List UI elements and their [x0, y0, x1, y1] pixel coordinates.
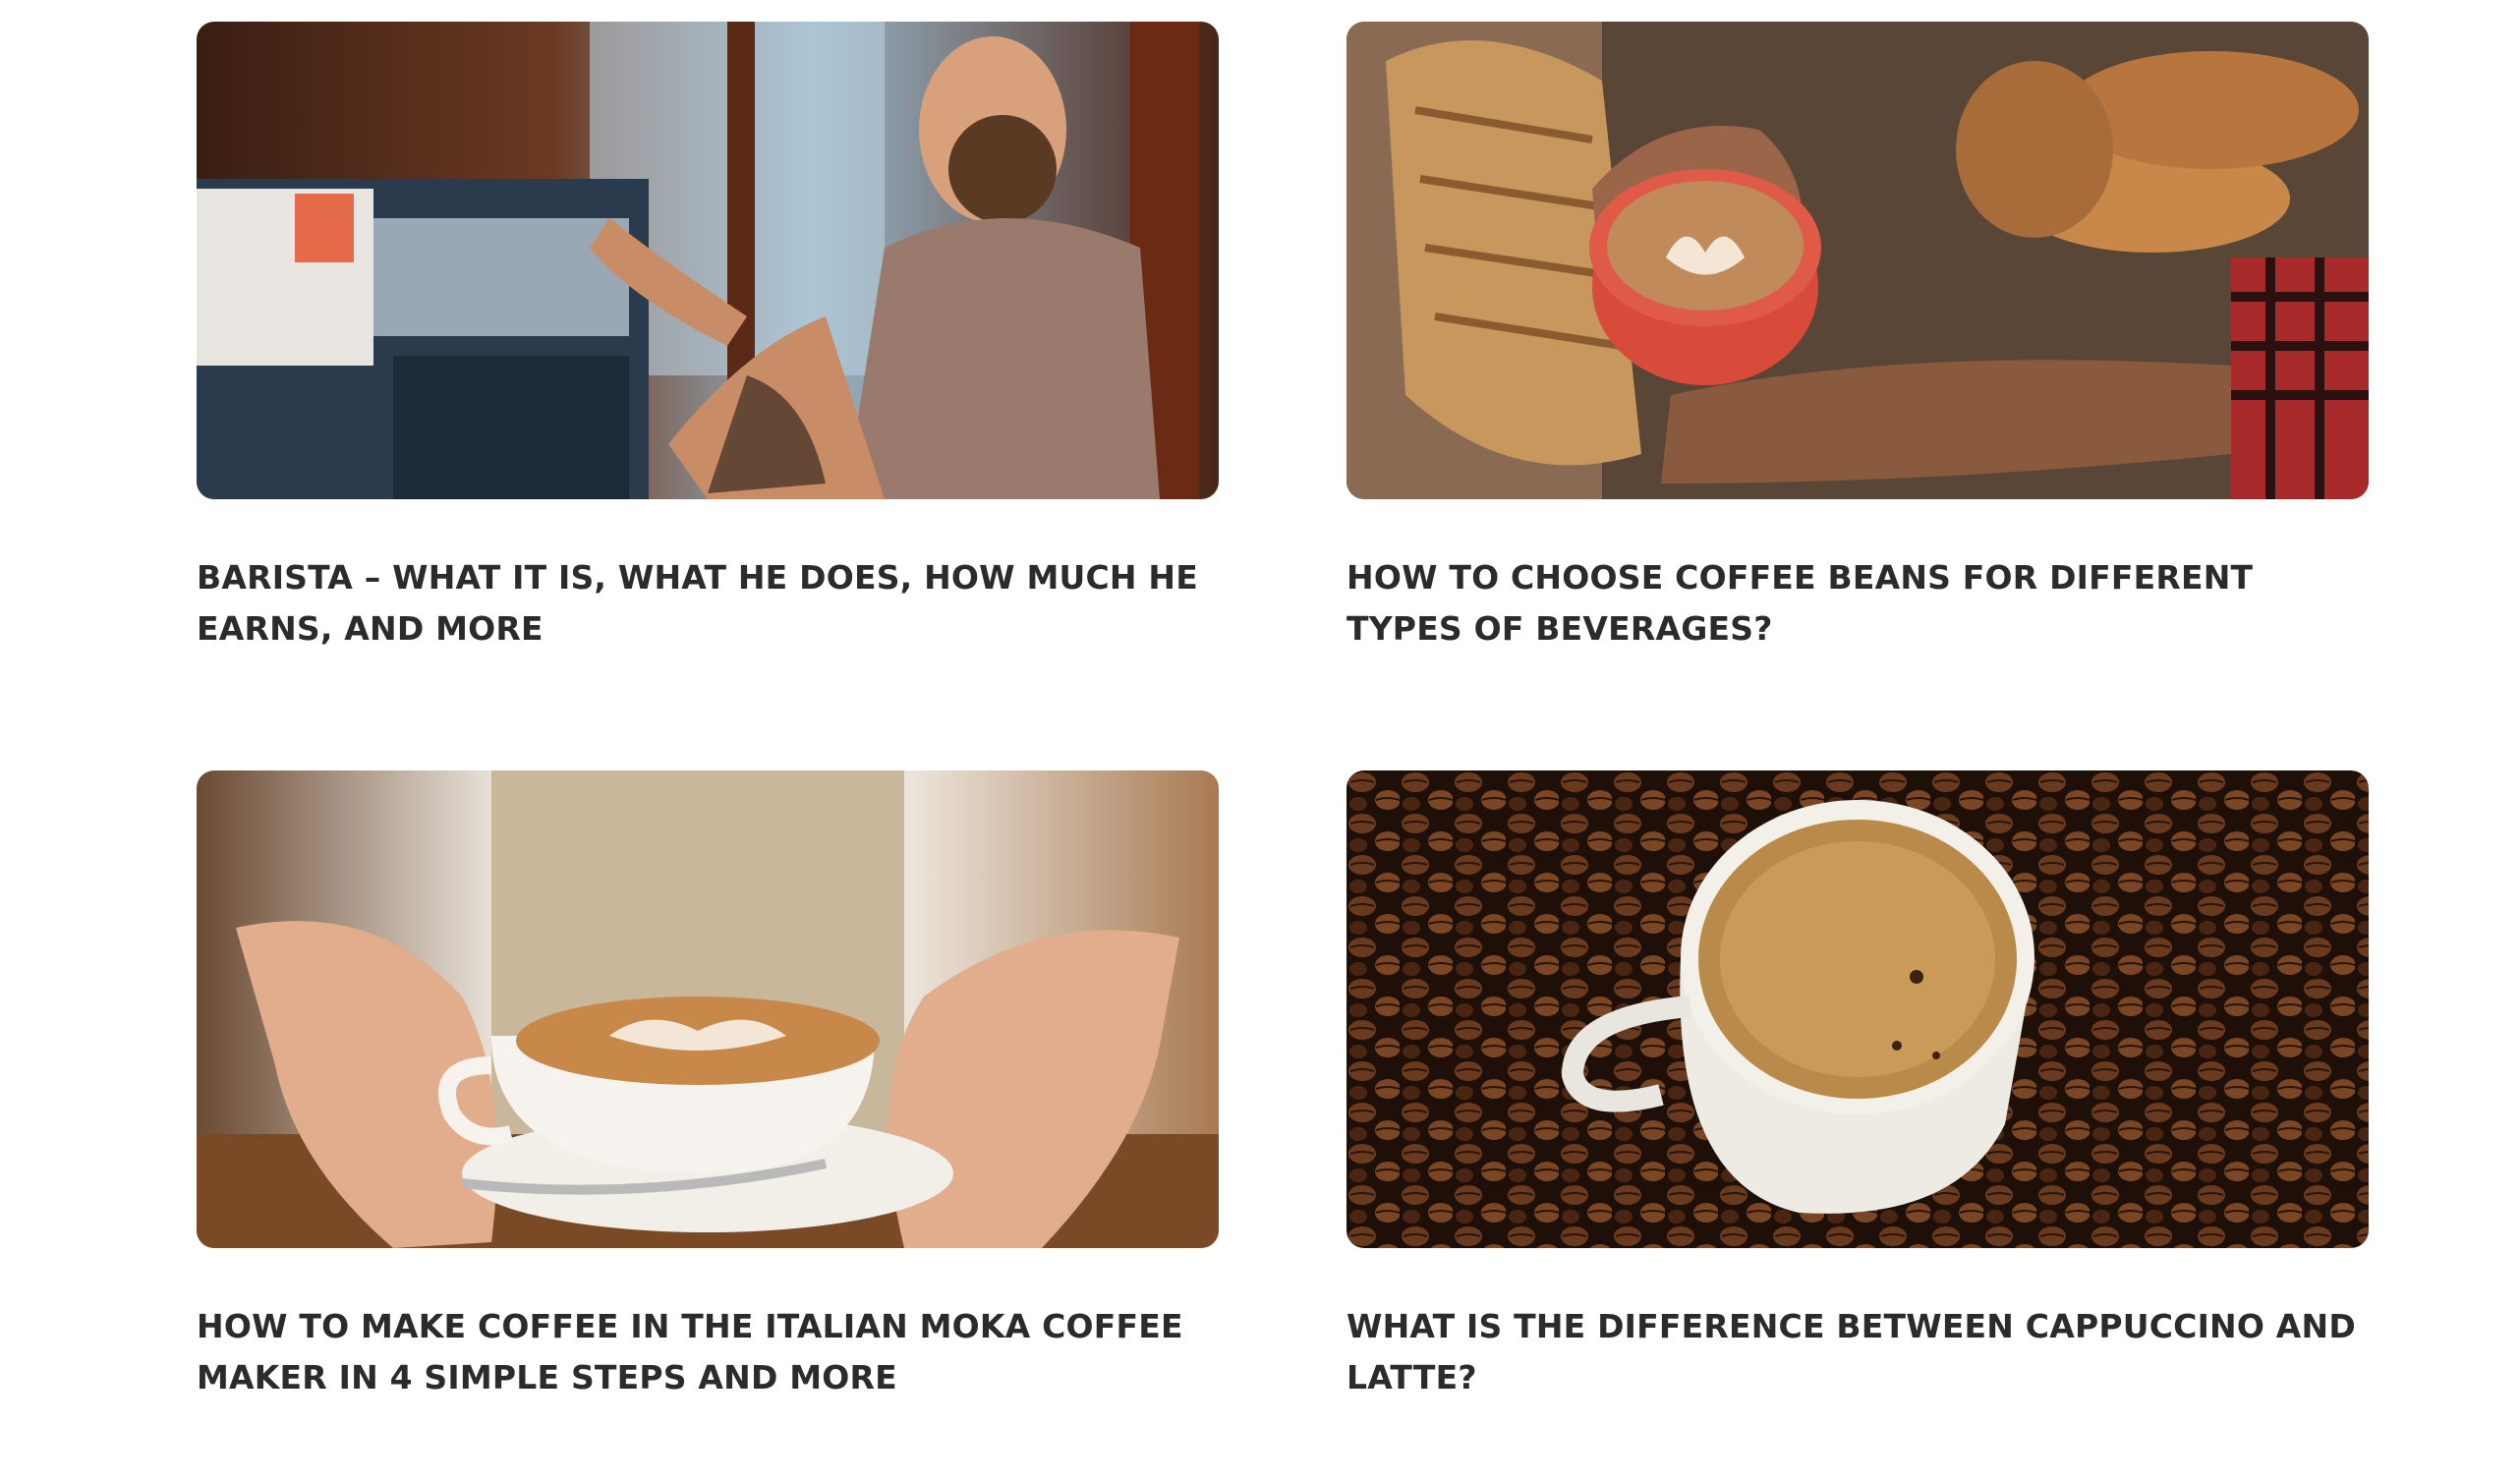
cappuccino-photo: [197, 770, 1219, 1248]
article-title[interactable]: HOW TO MAKE COFFEE IN THE ITALIAN MOKA C…: [197, 1301, 1219, 1403]
article-grid: BARISTA – WHAT IT IS, WHAT HE DOES, HOW …: [197, 22, 2369, 1403]
article-card-coffee-beans[interactable]: HOW TO CHOOSE COFFEE BEANS FOR DIFFERENT…: [1346, 22, 2369, 655]
article-card-moka[interactable]: HOW TO MAKE COFFEE IN THE ITALIAN MOKA C…: [197, 770, 1219, 1403]
barista-photo: [197, 22, 1219, 499]
article-image-moka[interactable]: [197, 770, 1219, 1248]
article-image-cappuccino-latte[interactable]: [1346, 770, 2369, 1248]
coffee-beans-photo: [1346, 770, 2369, 1248]
article-image-barista[interactable]: [197, 22, 1219, 499]
article-title[interactable]: BARISTA – WHAT IT IS, WHAT HE DOES, HOW …: [197, 552, 1219, 655]
article-card-barista[interactable]: BARISTA – WHAT IT IS, WHAT HE DOES, HOW …: [197, 22, 1219, 655]
article-image-coffee-beans[interactable]: [1346, 22, 2369, 499]
article-title[interactable]: HOW TO CHOOSE COFFEE BEANS FOR DIFFERENT…: [1346, 552, 2369, 655]
latte-bread-photo: [1346, 22, 2369, 499]
article-card-cappuccino-latte[interactable]: WHAT IS THE DIFFERENCE BETWEEN CAPPUCCIN…: [1346, 770, 2369, 1403]
article-title[interactable]: WHAT IS THE DIFFERENCE BETWEEN CAPPUCCIN…: [1346, 1301, 2369, 1403]
